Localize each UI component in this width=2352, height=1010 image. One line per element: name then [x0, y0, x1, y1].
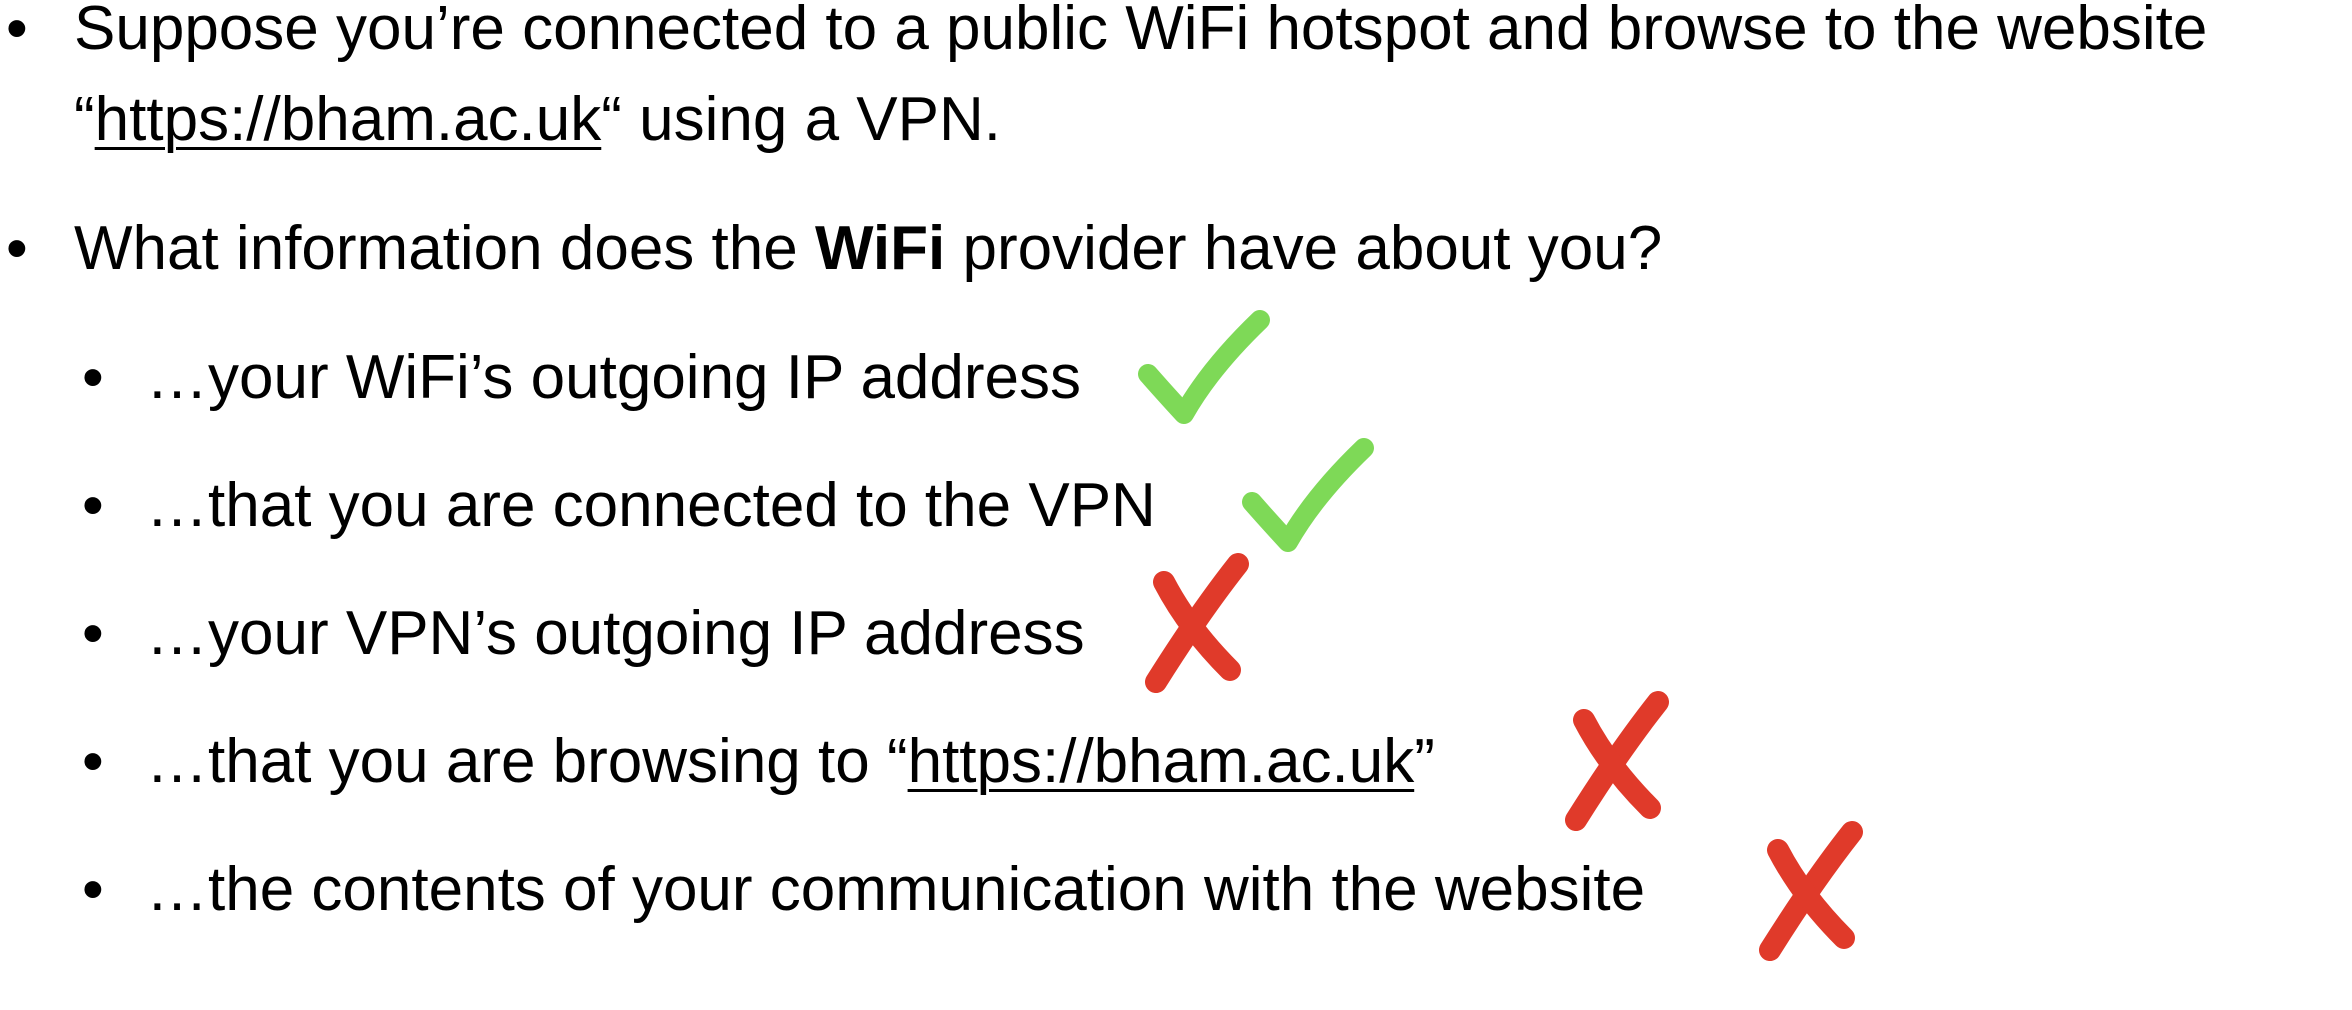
bullet-dot: • — [6, 0, 28, 63]
website-link[interactable]: https://bham.ac.uk — [95, 85, 602, 154]
sub-bullet-vpn-connected: …that you are connected to the VPN — [146, 468, 1156, 544]
bullet-dot: • — [6, 214, 28, 283]
sub-bullet-dot: • — [82, 727, 104, 796]
bullet-question: What information does the WiFi provider … — [74, 211, 1662, 287]
website-link[interactable]: https://bham.ac.uk — [908, 727, 1415, 796]
scenario-text: Suppose you’re connected to a public WiF… — [74, 0, 2208, 63]
bullet-scenario-line2: “https://bham.ac.uk“ using a VPN. — [74, 82, 1001, 158]
sub-bullet-text: …that you are connected to the VPN — [146, 471, 1156, 540]
cross-icon — [1565, 691, 1669, 831]
check-icon — [1242, 438, 1374, 552]
open-quote: “ — [74, 85, 95, 154]
sub-bullet-dot: • — [82, 343, 104, 412]
sub-bullet-vpn-ip: …your VPN’s outgoing IP address — [146, 596, 1085, 672]
sub-bullet-text-after: ” — [1414, 727, 1435, 796]
sub-bullet-contents: …the contents of your communication with… — [146, 852, 1645, 928]
question-text-before: What information does the — [74, 214, 815, 283]
cross-icon — [1759, 821, 1863, 961]
sub-bullet-text-before: …that you are browsing to “ — [146, 727, 908, 796]
sub-bullet-text: …your WiFi’s outgoing IP address — [146, 343, 1082, 412]
sub-bullet-browsing: …that you are browsing to “https://bham.… — [146, 724, 1435, 800]
sub-bullet-text: …the contents of your communication with… — [146, 855, 1646, 924]
sub-bullet-wifi-ip: …your WiFi’s outgoing IP address — [146, 340, 1081, 416]
bullet-scenario-line1: Suppose you’re connected to a public WiF… — [74, 0, 2207, 67]
question-text-after: provider have about you? — [945, 214, 1663, 283]
sub-bullet-dot: • — [82, 599, 104, 668]
sub-bullet-dot: • — [82, 471, 104, 540]
scenario-text-rest: “ using a VPN. — [601, 85, 1001, 154]
sub-bullet-dot: • — [82, 855, 104, 924]
slide: • Suppose you’re connected to a public W… — [0, 0, 2352, 1010]
check-icon — [1138, 310, 1270, 424]
question-text-bold: WiFi — [814, 214, 946, 283]
sub-bullet-text: …your VPN’s outgoing IP address — [146, 599, 1085, 668]
cross-icon — [1145, 553, 1249, 693]
